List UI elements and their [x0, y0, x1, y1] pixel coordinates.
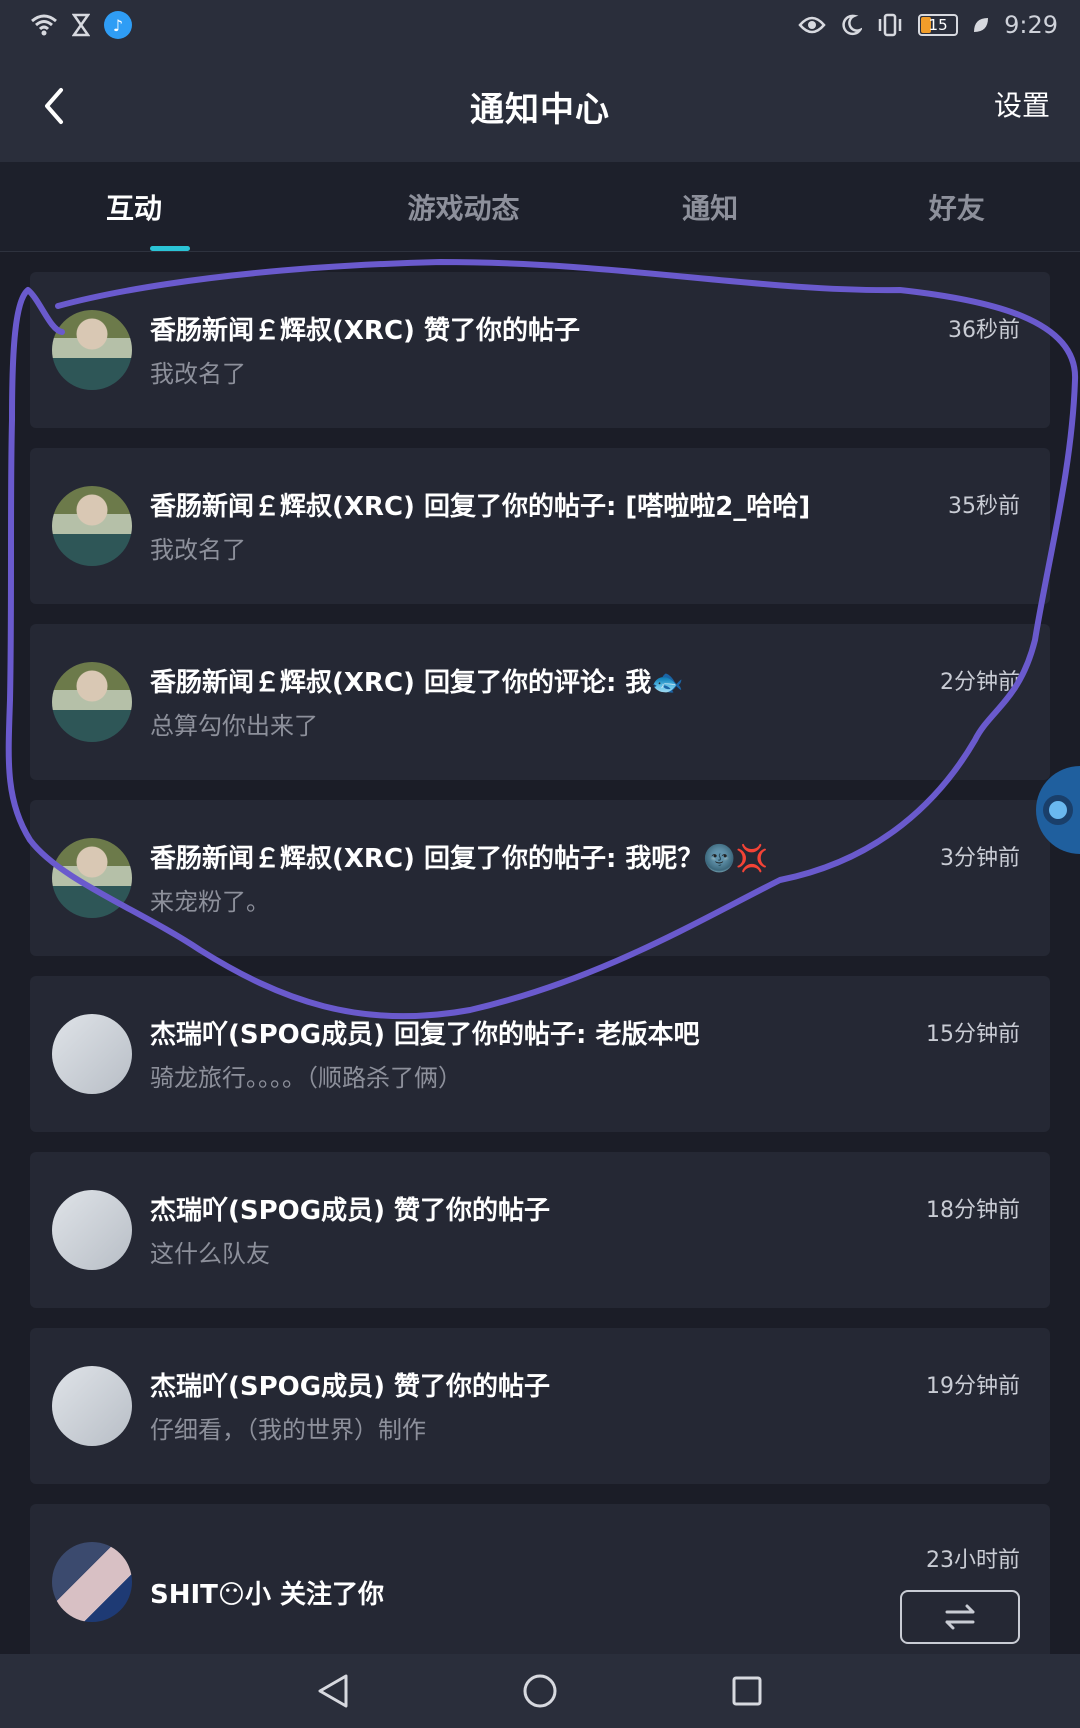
eye-icon: [798, 15, 826, 35]
hourglass-icon: [72, 13, 90, 37]
triangle-back-icon: [318, 1674, 348, 1708]
notification-preview: 我改名了: [150, 536, 246, 564]
nav-back-button[interactable]: [298, 1656, 368, 1726]
list-item[interactable]: SHIT😶小 关注了你 23小时前: [30, 1504, 1050, 1660]
tab-notifications[interactable]: 通知: [587, 162, 834, 251]
list-item[interactable]: 杰瑞吖(SPOG成员) 赞了你的帖子 仔细看，（我的世界）制作 19分钟前: [30, 1328, 1050, 1484]
list-item[interactable]: 杰瑞吖(SPOG成员) 赞了你的帖子 这什么队友 18分钟前: [30, 1152, 1050, 1308]
swap-button[interactable]: [900, 1590, 1020, 1644]
avatar[interactable]: [52, 838, 132, 918]
notification-time: 18分钟前: [926, 1198, 1020, 1223]
status-bar: ♪ 15 9:29: [0, 0, 1080, 50]
avatar[interactable]: [52, 662, 132, 742]
nav-home-button[interactable]: [505, 1656, 575, 1726]
wifi-icon: [30, 13, 58, 37]
list-item[interactable]: 杰瑞吖(SPOG成员) 回复了你的帖子: 老版本吧 骑龙旅行。。。。（顺路杀了俩…: [30, 976, 1050, 1132]
list-item[interactable]: 香肠新闻￡辉叔(XRC) 回复了你的评论: 我🐟 总算勾你出来了 2分钟前: [30, 624, 1050, 780]
notification-preview: 这什么队友: [150, 1240, 270, 1268]
system-nav-bar: [0, 1654, 1080, 1728]
notification-time: 15分钟前: [926, 1022, 1020, 1047]
avatar[interactable]: [52, 310, 132, 390]
notification-title: SHIT😶小 关注了你: [150, 1580, 385, 1610]
notification-time: 2分钟前: [940, 670, 1020, 695]
list-item[interactable]: 香肠新闻￡辉叔(XRC) 回复了你的帖子: [嗒啦啦2_哈哈] 我改名了 35秒…: [30, 448, 1050, 604]
notification-title: 杰瑞吖(SPOG成员) 赞了你的帖子: [150, 1196, 551, 1226]
avatar[interactable]: [52, 1014, 132, 1094]
status-time: 9:29: [1004, 11, 1058, 39]
vibrate-icon: [876, 13, 904, 37]
notification-title: 香肠新闻￡辉叔(XRC) 回复了你的帖子: 我呢？🌚💢: [150, 844, 769, 874]
notification-preview: 总算勾你出来了: [150, 712, 318, 740]
nav-recents-button[interactable]: [712, 1656, 782, 1726]
list-item[interactable]: 香肠新闻￡辉叔(XRC) 回复了你的帖子: 我呢？🌚💢 来宠粉了。 3分钟前: [30, 800, 1050, 956]
notification-preview: 我改名了: [150, 360, 246, 388]
notification-time: 19分钟前: [926, 1374, 1020, 1399]
notification-time: 3分钟前: [940, 846, 1020, 871]
app-header: 通知中心 设置: [0, 50, 1080, 162]
notification-title: 杰瑞吖(SPOG成员) 赞了你的帖子: [150, 1372, 551, 1402]
notification-list: 香肠新闻￡辉叔(XRC) 赞了你的帖子 我改名了 36秒前 香肠新闻￡辉叔(XR…: [30, 272, 1050, 1680]
tab-friends[interactable]: 好友: [833, 162, 1080, 251]
settings-button[interactable]: 设置: [994, 84, 1050, 124]
tab-bar: 互动 游戏动态 通知 好友: [0, 162, 1080, 252]
square-recents-icon: [732, 1676, 762, 1706]
notification-preview: 仔细看，（我的世界）制作: [150, 1416, 426, 1444]
avatar[interactable]: [52, 1366, 132, 1446]
notification-time: 23小时前: [926, 1548, 1020, 1573]
back-button[interactable]: [24, 76, 84, 136]
assistant-dot-icon: [1043, 795, 1073, 825]
notification-title: 杰瑞吖(SPOG成员) 回复了你的帖子: 老版本吧: [150, 1020, 700, 1050]
page-title: 通知中心: [470, 89, 610, 130]
tab-interactions[interactable]: 互动: [0, 162, 340, 251]
notification-title: 香肠新闻￡辉叔(XRC) 回复了你的评论: 我🐟: [150, 668, 684, 698]
notification-time: 35秒前: [948, 494, 1020, 519]
avatar[interactable]: [52, 486, 132, 566]
avatar[interactable]: [52, 1190, 132, 1270]
circle-home-icon: [523, 1674, 557, 1708]
app-notification-icon: ♪: [104, 11, 132, 39]
notification-time: 36秒前: [948, 318, 1020, 343]
leaf-icon: [972, 16, 990, 34]
avatar[interactable]: [52, 1542, 132, 1622]
tab-game-updates[interactable]: 游戏动态: [340, 162, 587, 251]
battery-indicator: 15: [918, 14, 959, 36]
notification-title: 香肠新闻￡辉叔(XRC) 赞了你的帖子: [150, 316, 580, 346]
list-item[interactable]: 香肠新闻￡辉叔(XRC) 赞了你的帖子 我改名了 36秒前: [30, 272, 1050, 428]
notification-preview: 骑龙旅行。。。。（顺路杀了俩）: [150, 1064, 462, 1092]
notification-title: 香肠新闻￡辉叔(XRC) 回复了你的帖子: [嗒啦啦2_哈哈]: [150, 492, 811, 522]
moon-icon: [840, 14, 863, 36]
notification-preview: 来宠粉了。: [150, 888, 270, 916]
swap-arrows-icon: [945, 1604, 975, 1630]
chevron-left-icon: [45, 88, 63, 124]
